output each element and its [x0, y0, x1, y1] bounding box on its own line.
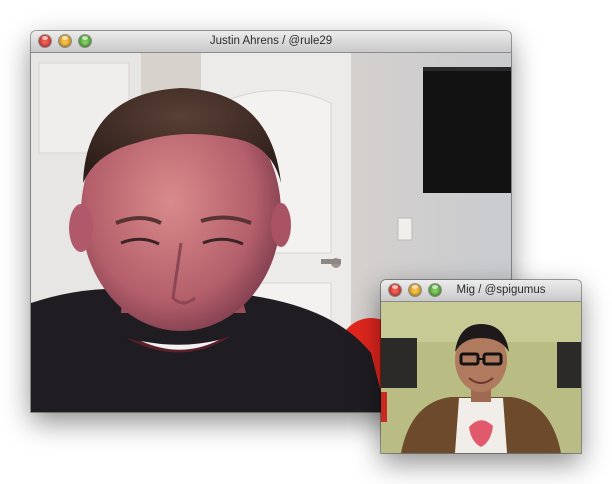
main-window-titlebar[interactable]: Justin Ahrens / @rule29	[31, 31, 511, 53]
secondary-window-titlebar[interactable]: Mig / @spigumus	[381, 280, 581, 302]
secondary-video-window: Mig / @spigumus	[381, 280, 581, 453]
close-button[interactable]	[389, 284, 401, 296]
minimize-button[interactable]	[59, 35, 71, 47]
zoom-button[interactable]	[79, 35, 91, 47]
zoom-button[interactable]	[429, 284, 441, 296]
close-button[interactable]	[39, 35, 51, 47]
minimize-button[interactable]	[409, 284, 421, 296]
video-frame-mig	[381, 302, 581, 453]
secondary-video-feed	[381, 302, 581, 453]
main-window-title: Justin Ahrens / @rule29	[209, 35, 333, 47]
